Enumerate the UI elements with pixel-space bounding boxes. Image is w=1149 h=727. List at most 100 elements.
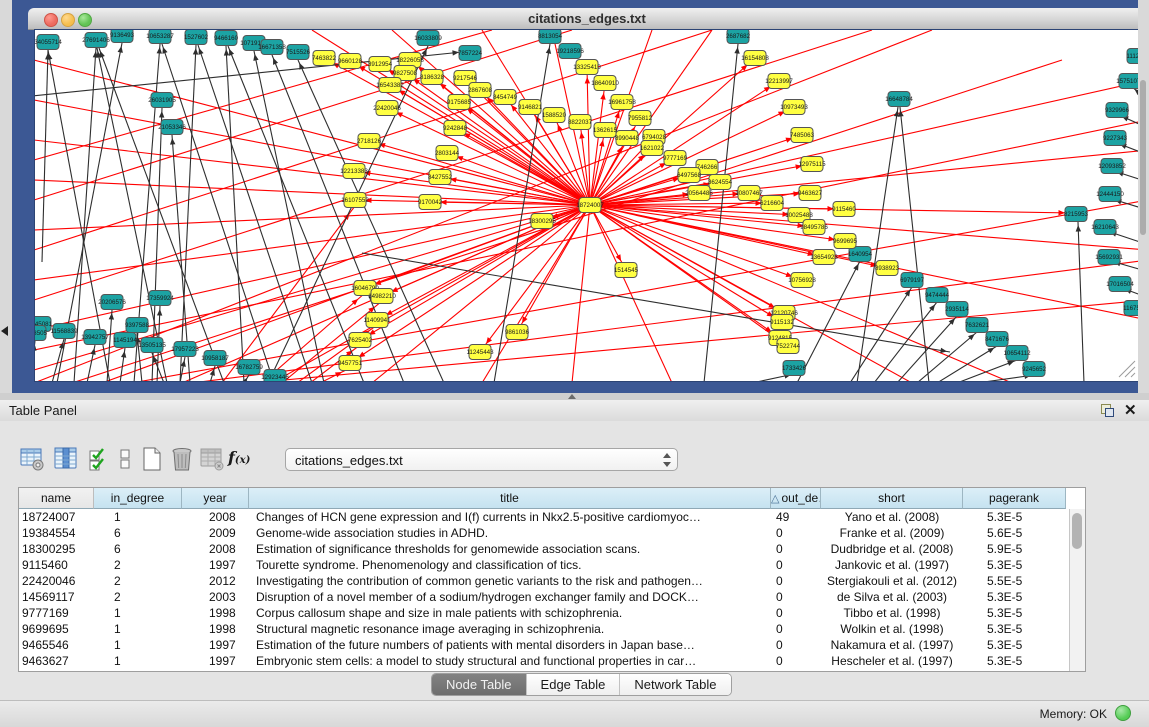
table-cell[interactable]: 9115460	[19, 557, 94, 573]
graph-node[interactable]: 9660128	[338, 54, 363, 69]
tab-edge-table[interactable]: Edge Table	[527, 674, 621, 695]
graph-node[interactable]: 98495786	[800, 220, 828, 235]
graph-node[interactable]: 34055714	[34, 35, 62, 50]
table-cell[interactable]: 5.3E-5	[963, 557, 1066, 573]
table-cell[interactable]: 2	[94, 573, 182, 589]
table-cell[interactable]: 1997	[182, 557, 249, 573]
graph-node[interactable]: 6216604	[760, 196, 785, 211]
table-cell[interactable]: 0	[771, 541, 821, 557]
graph-node[interactable]: 15692931	[1095, 250, 1123, 265]
table-cell[interactable]: Nakamura et al. (1997)	[821, 637, 963, 653]
table-cell[interactable]: 0	[771, 605, 821, 621]
graph-node[interactable]: 8471676	[985, 332, 1010, 347]
table-cell[interactable]: 1	[94, 621, 182, 637]
table-cell[interactable]: Franke et al. (2009)	[821, 525, 963, 541]
table-cell[interactable]: 18300295	[19, 541, 94, 557]
graph-node[interactable]: 7463822	[312, 51, 337, 66]
graph-node[interactable]: 1362615	[593, 123, 618, 138]
column-header-in_degree[interactable]: in_degree	[94, 488, 182, 509]
graph-node[interactable]: 15751074	[1116, 74, 1140, 89]
graph-node[interactable]: 10756928	[788, 273, 816, 288]
graph-node[interactable]: 13942757	[81, 330, 109, 345]
table-cell[interactable]: 2009	[182, 525, 249, 541]
table-cell[interactable]: 5.6E-5	[963, 525, 1066, 541]
table-cell[interactable]: 5.5E-5	[963, 573, 1066, 589]
graph-node[interactable]: 11568839	[50, 324, 78, 339]
table-cell[interactable]: 5.9E-5	[963, 541, 1066, 557]
graph-node[interactable]: 19218596	[556, 44, 584, 59]
table-row[interactable]: 1938455462009Genome-wide association stu…	[19, 525, 1085, 541]
table-cell[interactable]: 5.3E-5	[963, 589, 1066, 605]
table-cell[interactable]: Estimation of significance thresholds fo…	[249, 541, 771, 557]
graph-node[interactable]: 9115460	[832, 202, 856, 217]
table-options-icon[interactable]	[18, 445, 46, 473]
resize-grip-icon[interactable]	[1115, 357, 1137, 379]
graph-node[interactable]: 9777169	[663, 151, 688, 166]
table-cell[interactable]: 2008	[182, 509, 249, 525]
graph-node[interactable]: 2718126	[357, 134, 382, 149]
table-row[interactable]: 1830029562008Estimation of significance …	[19, 541, 1085, 557]
table-cell[interactable]: 2008	[182, 541, 249, 557]
graph-node[interactable]: 9466160	[214, 31, 239, 46]
table-cell[interactable]: Jankovic et al. (1997)	[821, 557, 963, 573]
graph-node[interactable]: 27691406	[82, 33, 110, 48]
table-row[interactable]: 1872400712008Changes of HCN gene express…	[19, 509, 1085, 525]
table-row[interactable]: 2242004622012Investigating the contribut…	[19, 573, 1085, 589]
graph-node[interactable]: 1588520	[542, 108, 567, 123]
graph-node[interactable]: 2867608	[468, 83, 493, 98]
graph-node[interactable]: 8822037	[568, 115, 593, 130]
graph-node[interactable]: 16648784	[885, 92, 913, 107]
graph-node[interactable]: 8427552	[428, 170, 453, 185]
table-cell[interactable]: 5.3E-5	[963, 653, 1066, 669]
graph-node[interactable]: 12093852	[1098, 159, 1126, 174]
graph-node[interactable]: 9175685	[447, 95, 472, 110]
graph-node[interactable]: 10958187	[201, 351, 229, 366]
table-cell[interactable]: 49	[771, 509, 821, 525]
graph-node[interactable]: 26031905	[148, 93, 176, 108]
table-cell[interactable]: 6	[94, 541, 182, 557]
panel-splitter[interactable]	[0, 393, 1149, 400]
graph-node[interactable]: 9313505	[34, 326, 48, 341]
graph-node[interactable]: 6497568	[677, 168, 702, 183]
graph-node[interactable]: 3624554	[708, 175, 733, 190]
graph-node[interactable]: 9115132	[770, 315, 794, 330]
table-scrollbar-thumb[interactable]	[1072, 513, 1082, 549]
table-cell[interactable]: Embryonic stem cells: a model to study s…	[249, 653, 771, 669]
column-header-name[interactable]: name	[19, 488, 94, 509]
graph-node[interactable]: 20564486	[685, 186, 713, 201]
table-cell[interactable]: 5.3E-5	[963, 605, 1066, 621]
table-cell[interactable]: 19384554	[19, 525, 94, 541]
graph-node[interactable]: 16154808	[741, 51, 769, 66]
graph-node[interactable]: 1527602	[184, 30, 209, 45]
graph-node[interactable]: 9861036	[505, 325, 530, 340]
table-cell[interactable]: 0	[771, 637, 821, 653]
table-cell[interactable]: 1	[94, 605, 182, 621]
graph-node[interactable]: 7515526	[286, 45, 311, 60]
graph-node[interactable]: 9699695	[833, 234, 858, 249]
table-cell[interactable]: 1997	[182, 637, 249, 653]
graph-node[interactable]: 20206576	[98, 295, 126, 310]
create-table-icon[interactable]	[138, 445, 166, 473]
graph-node[interactable]: 8990448	[615, 131, 640, 146]
graph-node[interactable]: 9242848	[443, 121, 468, 136]
graph-node[interactable]: 13505135	[138, 338, 166, 353]
table-cell[interactable]: 0	[771, 525, 821, 541]
graph-node[interactable]: 7632621	[965, 318, 990, 333]
table-cell[interactable]: 9465546	[19, 637, 94, 653]
table-cell[interactable]: Corpus callosum shape and size in male p…	[249, 605, 771, 621]
graph-node[interactable]: 7485063	[790, 128, 815, 143]
graph-node[interactable]: 7955812	[628, 111, 653, 126]
window-titlebar[interactable]: citations_edges.txt	[28, 8, 1146, 30]
graph-node[interactable]: 21053346	[158, 120, 186, 135]
splitter-handle-icon[interactable]	[568, 394, 576, 399]
table-row[interactable]: 911546021997Tourette syndrome. Phenomeno…	[19, 557, 1085, 573]
select-rows-icon[interactable]	[86, 445, 110, 473]
table-row[interactable]: 946362711997Embryonic stem cells: a mode…	[19, 653, 1085, 669]
graph-node[interactable]: 16033809	[414, 31, 442, 46]
graph-node[interactable]: 9397588	[125, 318, 150, 333]
column-header-year[interactable]: year	[182, 488, 249, 509]
graph-node[interactable]: 9227343	[1103, 131, 1128, 146]
graph-node[interactable]: 12444150	[1096, 187, 1124, 202]
table-cell[interactable]: Hescheler et al. (1997)	[821, 653, 963, 669]
graph-node[interactable]: 1514545	[614, 263, 639, 278]
